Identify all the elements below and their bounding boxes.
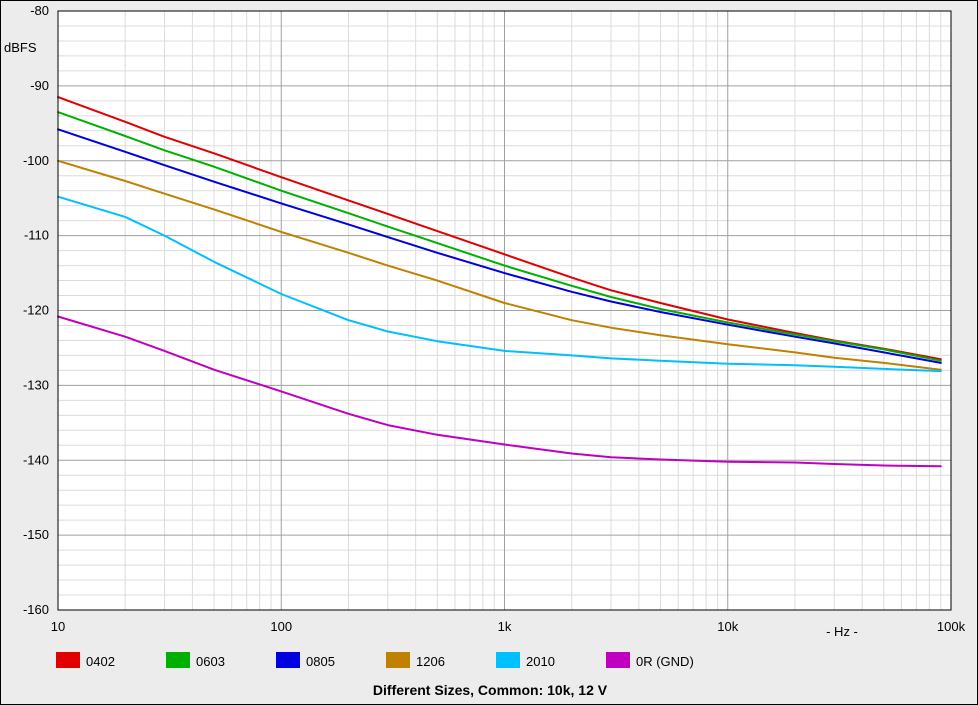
x-tick-label: 10k xyxy=(717,619,738,634)
x-tick-label: 100 xyxy=(270,619,292,634)
legend-label-2010: 2010 xyxy=(526,654,555,669)
y-tick-label: -80 xyxy=(30,3,49,18)
frequency-response-chart: -80 -90 -100 -110 -120 -130 -140 -150 -160 10 100… xyxy=(4,3,966,698)
x-tick-label: 100k xyxy=(937,619,966,634)
y-tick-label: -90 xyxy=(30,78,49,93)
chart-title: Different Sizes, Common: 10k, 12 V xyxy=(373,682,608,698)
y-tick-label: -110 xyxy=(24,228,49,243)
y-tick-label: -140 xyxy=(23,452,49,467)
y-tick-label: -120 xyxy=(23,303,49,318)
legend-label-0603: 0603 xyxy=(196,654,225,669)
legend-label-1206: 1206 xyxy=(416,654,445,669)
legend-swatch-0603 xyxy=(166,652,190,668)
legend-swatch-0805 xyxy=(276,652,300,668)
y-tick-label: -100 xyxy=(23,153,49,168)
y-axis-ticks: -80 -90 -100 -110 -120 -130 -140 -150 -160 xyxy=(23,3,49,617)
legend-swatch-0402 xyxy=(56,652,80,668)
legend-swatch-2010 xyxy=(496,652,520,668)
legend-swatch-0r-gnd xyxy=(606,652,630,668)
y-tick-label: -130 xyxy=(23,377,49,392)
legend-label-0r-gnd: 0R (GND) xyxy=(636,654,694,669)
x-axis-label: - Hz - xyxy=(826,624,858,639)
x-tick-label: 1k xyxy=(498,619,512,634)
y-axis-label: dBFS xyxy=(4,40,37,55)
legend: 0402 0603 0805 1206 2010 0R (GND) xyxy=(56,652,694,669)
y-tick-label: -150 xyxy=(23,527,49,542)
legend-label-0805: 0805 xyxy=(306,654,335,669)
legend-label-0402: 0402 xyxy=(86,654,115,669)
legend-swatch-1206 xyxy=(386,652,410,668)
y-tick-label: -160 xyxy=(23,602,49,617)
x-tick-label: 10 xyxy=(51,619,65,634)
